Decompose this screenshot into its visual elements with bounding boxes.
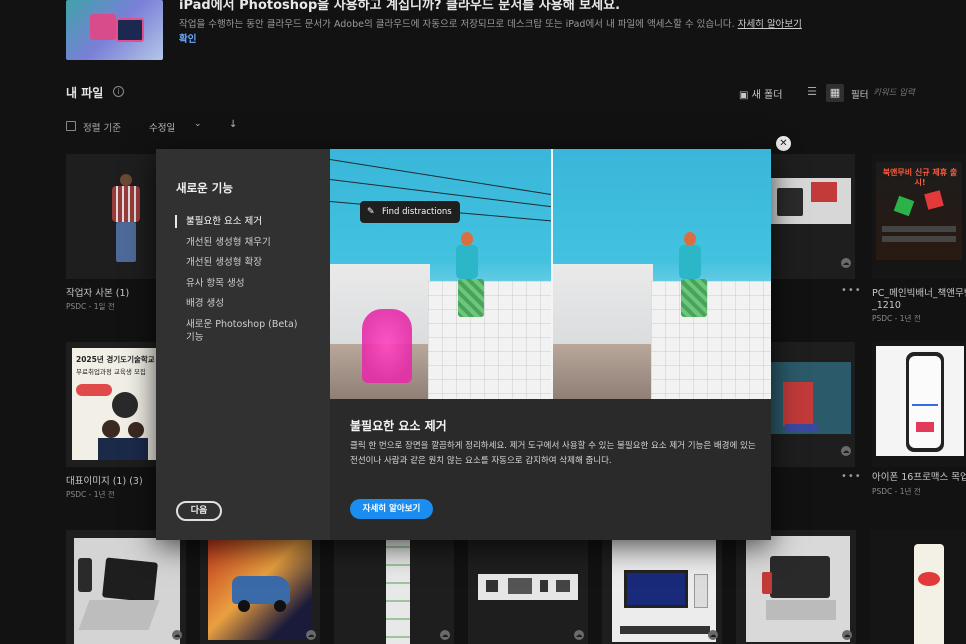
- file-meta: PSDC - 1년 전: [872, 487, 921, 496]
- close-button[interactable]: ✕: [776, 136, 791, 151]
- poster-thumb-subtitle: 무료취업과정 교육생 모집: [76, 368, 146, 376]
- file-tile[interactable]: ☁: [200, 530, 320, 644]
- distraction-highlight: [362, 309, 412, 383]
- file-thumbnail: [478, 574, 578, 600]
- file-tile[interactable]: [870, 530, 966, 644]
- file-tile[interactable]: [66, 154, 156, 279]
- file-thumbnail: [106, 174, 146, 264]
- dialog-sidebar: 새로운 기능 불필요한 요소 제거 개선된 생성형 채우기 개선된 생성형 확장…: [156, 149, 330, 540]
- file-tile[interactable]: 북앤무비 신규 제휴 출시!: [872, 154, 966, 279]
- magic-wand-icon: ✎: [367, 207, 375, 217]
- list-view-icon[interactable]: ☰: [804, 84, 820, 100]
- sort-direction-icon[interactable]: ↓: [229, 119, 237, 130]
- cloud-icon: ☁: [574, 630, 584, 640]
- sidebar-item-generative-expand[interactable]: 개선된 생성형 확장: [186, 256, 308, 269]
- sort-select[interactable]: 수정일: [149, 120, 175, 134]
- file-tile[interactable]: [872, 342, 966, 467]
- sidebar-item-remove-distractions[interactable]: 불필요한 요소 제거: [186, 215, 308, 228]
- file-meta: PSDC - 1년 전: [66, 490, 115, 499]
- promo-thumb-text: 북앤무비 신규 제휴 출시!: [882, 168, 958, 187]
- poster-thumb-title: 2025년 경기도기술학교: [76, 355, 155, 364]
- learn-more-button[interactable]: 자세히 알아보기: [350, 499, 433, 519]
- active-item-indicator: [175, 215, 177, 228]
- file-thumbnail: [208, 540, 312, 640]
- filter-input[interactable]: 키워드 입력: [873, 86, 915, 98]
- banner-confirm-link[interactable]: 확인: [179, 31, 196, 45]
- file-thumbnail: [876, 346, 964, 456]
- file-thumbnail: [74, 538, 180, 644]
- file-thumbnail: [612, 538, 716, 642]
- whats-new-dialog: 새로운 기능 불필요한 요소 제거 개선된 생성형 채우기 개선된 생성형 확장…: [156, 149, 771, 540]
- select-all-checkbox[interactable]: [66, 121, 76, 131]
- file-thumbnail: [771, 362, 851, 434]
- cloud-icon: ☁: [172, 630, 182, 640]
- banner-thumbnail: [66, 0, 163, 60]
- file-name[interactable]: 아이폰 16프로맥스 목업: [872, 472, 966, 484]
- file-tile[interactable]: ☁: [468, 530, 588, 644]
- folder-add-icon: ▣: [739, 90, 752, 101]
- cloud-icon: ☁: [440, 630, 450, 640]
- before-panel: [330, 149, 551, 399]
- file-name[interactable]: 대표이미지 (1) (3): [66, 476, 143, 488]
- new-folder-button[interactable]: ▣ 새 폴더: [739, 86, 782, 101]
- feature-preview-image: [330, 149, 771, 399]
- sidebar-item-similar-items[interactable]: 유사 항목 생성: [186, 277, 308, 290]
- file-tile[interactable]: ☁: [66, 530, 186, 644]
- file-thumbnail: [386, 538, 410, 644]
- cloud-icon: ☁: [841, 446, 851, 456]
- more-options-icon[interactable]: •••: [841, 285, 862, 296]
- chevron-down-icon[interactable]: ⌄: [194, 119, 202, 129]
- sidebar-item-photoshop-beta[interactable]: 새로운 Photoshop (Beta) 기능: [186, 318, 308, 344]
- file-meta: PSDC - 1일 전: [66, 302, 115, 311]
- sort-label: 정렬 기준: [83, 123, 121, 134]
- file-tile[interactable]: ☁: [771, 342, 855, 467]
- file-tile[interactable]: ☁: [771, 154, 855, 279]
- banner-learn-more-link[interactable]: 자세히 알아보기: [738, 19, 802, 30]
- after-panel: [553, 149, 771, 399]
- file-thumbnail: [746, 536, 850, 642]
- sidebar-item-generative-fill[interactable]: 개선된 생성형 채우기: [186, 236, 308, 249]
- banner-title: iPad에서 Photoshop을 사용하고 계십니까? 클라우드 문서를 사용…: [179, 0, 621, 13]
- file-thumbnail: [914, 544, 944, 644]
- file-thumbnail: [771, 178, 851, 224]
- file-tile[interactable]: ☁: [334, 530, 454, 644]
- file-tile[interactable]: 2025년 경기도기술학교 무료취업과정 교육생 모집: [66, 342, 156, 467]
- file-meta: PSDC - 1년 전: [872, 314, 921, 323]
- file-thumbnail: 북앤무비 신규 제휴 출시!: [876, 162, 962, 260]
- cloud-icon: ☁: [708, 630, 718, 640]
- cloud-icon: ☁: [306, 630, 316, 640]
- info-icon[interactable]: i: [113, 86, 124, 97]
- filter-label: 필터: [851, 90, 869, 101]
- file-thumbnail: 2025년 경기도기술학교 무료취업과정 교육생 모집: [72, 348, 156, 460]
- page-title: 내 파일: [66, 86, 104, 100]
- feature-description: 클릭 한 번으로 장면을 깔끔하게 정리하세요. 제거 도구에서 사용할 수 있…: [350, 441, 756, 466]
- more-options-icon[interactable]: •••: [841, 471, 862, 482]
- grid-view-icon[interactable]: ▦: [826, 84, 844, 102]
- sidebar-item-background-generation[interactable]: 배경 생성: [186, 297, 308, 310]
- next-button[interactable]: 다음: [176, 501, 222, 521]
- file-tile[interactable]: ☁: [602, 530, 722, 644]
- file-name[interactable]: 작업자 사본 (1): [66, 288, 129, 300]
- file-name[interactable]: PC_메인빅배너_책앤무빈 _1210: [872, 288, 966, 312]
- file-tile[interactable]: ☁: [736, 530, 856, 644]
- cloud-icon: ☁: [841, 258, 851, 268]
- feature-title: 불필요한 요소 제거: [350, 419, 447, 433]
- dialog-sidebar-title: 새로운 기능: [176, 181, 233, 195]
- cloud-icon: ☁: [842, 630, 852, 640]
- find-distractions-tag: ✎ Find distractions: [360, 201, 460, 223]
- banner-description: 작업을 수행하는 동안 클라우드 문서가 Adobe의 클라우드에 자동으로 저…: [179, 19, 802, 30]
